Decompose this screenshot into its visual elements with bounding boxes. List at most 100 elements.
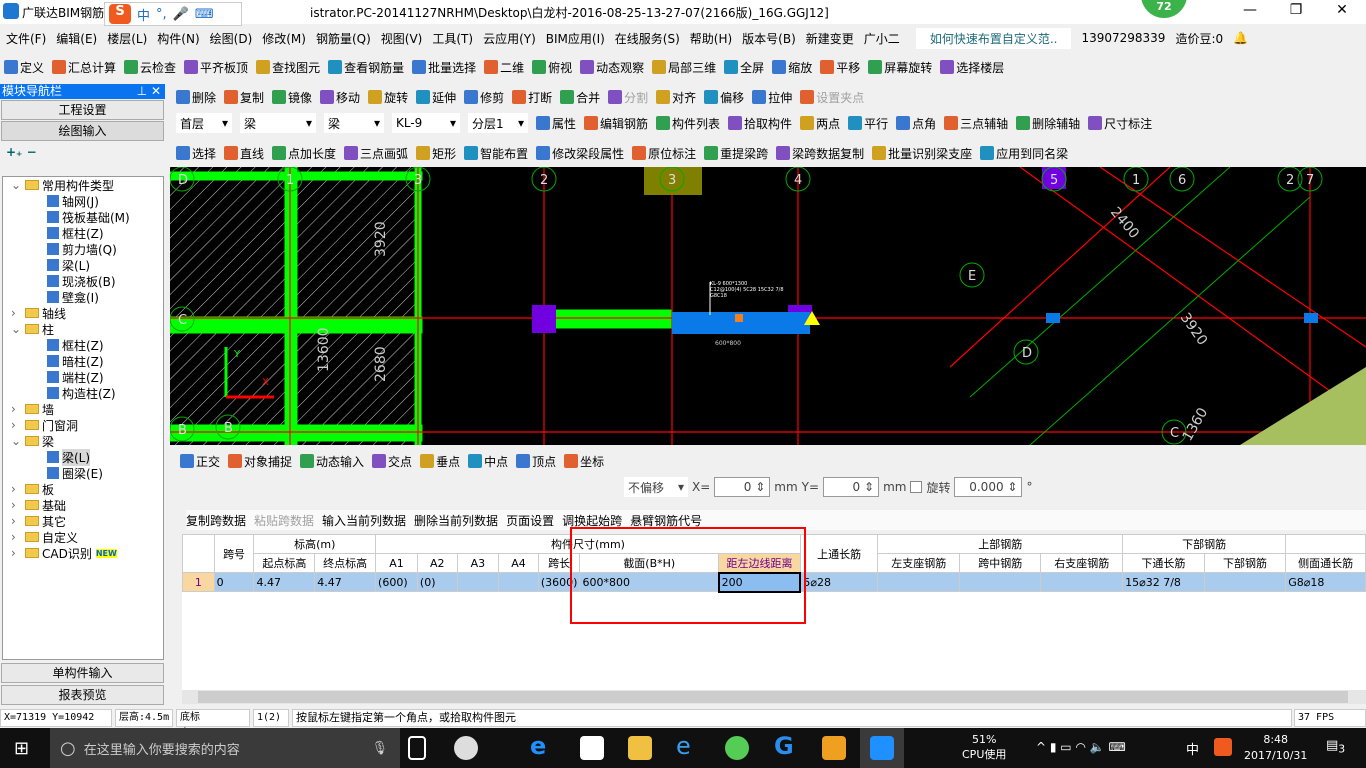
chevron-right-icon[interactable]: › [11,402,25,416]
cad-drawing[interactable]: KL-9 600*1300 C12@100(4) 5C28 15C32 7/8 … [170,167,1366,445]
toolbar-button[interactable]: 拾取构件 [728,115,792,132]
table-tool-button[interactable]: 调换起始跨 [562,512,622,529]
menu-item[interactable]: 视图(V) [381,30,423,47]
menu-item[interactable]: 帮助(H) [690,30,732,47]
table-tool-button[interactable]: 粘贴跨数据 [254,512,314,529]
menu-item[interactable]: 编辑(E) [56,30,97,47]
toolbar-button[interactable]: 二维 [484,59,524,76]
menu-item[interactable]: 钢筋量(Q) [316,30,371,47]
toolbar-button[interactable]: 两点 [800,115,840,132]
table-cell[interactable]: 5⌀28 [799,572,879,592]
toolbar-button[interactable]: 局部三维 [652,59,716,76]
toolbar-button[interactable]: 屏幕旋转 [868,59,932,76]
toolbar-button[interactable]: 尺寸标注 [1088,115,1152,132]
chevron-right-icon[interactable]: › [11,418,25,432]
tree-item[interactable]: 梁(L) [3,257,163,273]
sogou-tray-icon[interactable] [1214,738,1232,756]
toolbar-button[interactable]: 修改梁段属性 [536,145,624,162]
tree-item[interactable]: 轴网(J) [3,193,163,209]
ime-indicator[interactable]: 中 [1186,739,1199,758]
menu-item[interactable]: BIM应用(I) [546,30,605,47]
table-cell[interactable]: 0 [213,572,255,592]
taskbar-search[interactable]: ○ 在这里输入你要搜索的内容 🎙 [50,728,400,768]
toolbar-button[interactable]: 查找图元 [256,59,320,76]
help-tip-link[interactable]: 如何快速布置自定义范.. [915,27,1072,49]
toolbar-button[interactable]: 编辑钢筋 [584,115,648,132]
floor-component-select[interactable]: KL-9 ▾ [392,113,460,133]
menu-item[interactable]: 构件(N) [157,30,199,47]
tree-item[interactable]: 框柱(Z) [3,225,163,241]
expand-collapse-icons[interactable]: +₊ − [0,141,165,165]
beam-grip[interactable] [735,314,743,322]
edge-icon[interactable]: e [530,732,554,760]
tree-item[interactable]: ⌄ 常用构件类型 [3,177,163,193]
menu-item[interactable]: 云应用(Y) [483,30,536,47]
toolbar-button[interactable]: 属性 [536,115,576,132]
table-cell[interactable] [456,572,500,592]
horizontal-scrollbar[interactable] [182,690,1366,704]
toolbar-button[interactable]: 顶点 [516,453,556,470]
account-phone[interactable]: 13907298339 [1081,31,1165,45]
toolbar-button[interactable]: 垂点 [420,453,460,470]
chevron-down-icon[interactable]: ⌄ [11,178,25,192]
toolbar-button[interactable]: 定义 [4,59,44,76]
keyboard-icon[interactable]: ⌨ [195,7,214,22]
store-icon[interactable] [580,736,604,760]
toolbar-button[interactable]: 平齐板顶 [184,59,248,76]
table-cell[interactable]: G8⌀18 [1285,572,1366,592]
toolbar-button[interactable]: 智能布置 [464,145,528,162]
project-settings-button[interactable]: 工程设置 [1,100,164,120]
toolbar-button[interactable]: 汇总计算 [52,59,116,76]
row-index[interactable]: 1 [182,572,215,592]
tree-item[interactable]: 筏板基础(M) [3,209,163,225]
menu-item[interactable]: 修改(M) [262,30,306,47]
tree-item[interactable]: 圈梁(E) [3,465,163,481]
menu-item[interactable]: 新建变更 [806,30,854,47]
draw-input-button[interactable]: 绘图输入 [1,121,164,141]
toolbar-button[interactable]: 三点辅轴 [944,115,1008,132]
toolbar-button[interactable]: 修剪 [464,89,504,106]
toolbar-button[interactable]: 坐标 [564,453,604,470]
toolbar-button[interactable]: 中点 [468,453,508,470]
ie-icon[interactable]: e [676,732,700,760]
tray-icons[interactable]: ^ ▮ ▭ ◠ 🔈 ⌨ [1036,740,1126,754]
table-cell[interactable]: 4.47 [253,572,316,592]
tree-item[interactable]: 框柱(Z) [3,337,163,353]
glodon-icon[interactable]: G [774,732,798,760]
toolbar-button[interactable]: 应用到同名梁 [980,145,1068,162]
tree-item[interactable]: 剪力墙(Q) [3,241,163,257]
mic-icon[interactable]: 🎤 [173,7,189,22]
table-cell[interactable] [877,572,961,592]
report-preview-button[interactable]: 报表预览 [1,685,164,705]
menu-item[interactable]: 广小二 [864,30,900,47]
table-tool-button[interactable]: 页面设置 [506,512,554,529]
toolbar-button[interactable]: 选择 [176,145,216,162]
tree-item[interactable]: 暗柱(Z) [3,353,163,369]
toolbar-button[interactable]: 缩放 [772,59,812,76]
toolbar-button[interactable]: 俯视 [532,59,572,76]
x-input[interactable]: 0 ⇕ [714,477,771,497]
file-explorer-icon[interactable] [628,736,652,760]
minimize-button[interactable]: — [1230,2,1270,18]
table-cell[interactable] [498,572,539,592]
close-button[interactable]: ✕ [1322,2,1362,18]
toolbar-button[interactable]: 查看钢筋量 [328,59,404,76]
toolbar-button[interactable]: 动态输入 [300,453,364,470]
chevron-right-icon[interactable]: › [11,514,25,528]
tree-item[interactable]: 现浇板(B) [3,273,163,289]
tree-item[interactable]: › 墙 [3,401,163,417]
chevron-down-icon[interactable]: ⌄ [11,322,25,336]
table-tool-button[interactable]: 输入当前列数据 [322,512,406,529]
toolbar-button[interactable]: 矩形 [416,145,456,162]
floor-component-select[interactable]: 首层 ▾ [176,113,232,133]
toolbar-button[interactable]: 平移 [820,59,860,76]
windows-start-icon[interactable]: ⊞ [14,738,29,759]
rotate-checkbox[interactable] [910,481,923,493]
notes-icon[interactable] [822,736,846,760]
toolbar-button[interactable]: 点加长度 [272,145,336,162]
offset-mode-select[interactable]: 不偏移 ▾ [624,477,688,497]
mic-icon[interactable]: 🎙 [371,741,388,756]
toolbar-button[interactable]: 交点 [372,453,412,470]
toolbar-button[interactable]: 构件列表 [656,115,720,132]
toolbar-button[interactable]: 删除 [176,89,216,106]
